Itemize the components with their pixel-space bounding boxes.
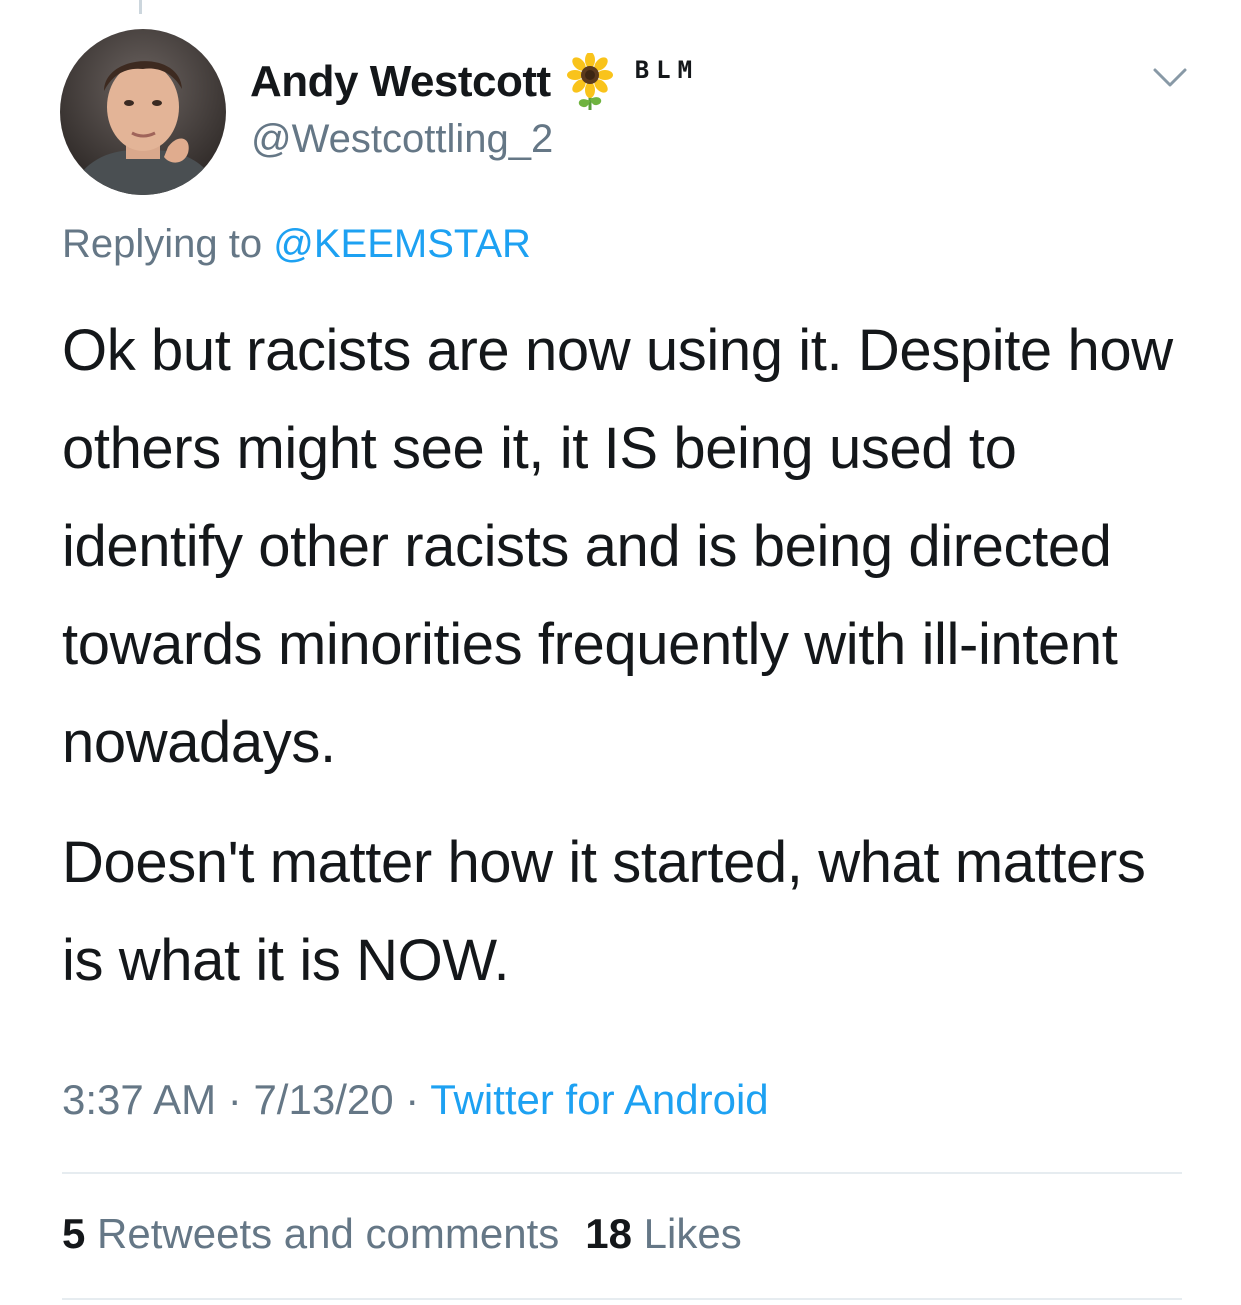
tweet-body: Ok but racists are now using it. Despite… — [62, 302, 1202, 1032]
divider — [62, 1298, 1182, 1300]
avatar[interactable] — [60, 29, 226, 195]
tweet-time[interactable]: 3:37 AM — [62, 1076, 216, 1123]
replying-to-label: Replying to — [62, 222, 263, 266]
tweet-metadata: 3:37 AM · 7/13/20 · Twitter for Android — [62, 1076, 769, 1124]
retweets-label: Retweets and comments — [97, 1210, 560, 1257]
meta-separator: · — [405, 1076, 420, 1123]
chevron-down-icon[interactable] — [1152, 66, 1188, 90]
retweets-count: 5 — [62, 1210, 86, 1257]
replying-to: Replying to @KEEMSTAR — [62, 222, 531, 267]
tweet-paragraph: Ok but racists are now using it. Despite… — [62, 318, 1173, 775]
likes-count: 18 — [585, 1210, 632, 1257]
tweet-date[interactable]: 7/13/20 — [253, 1076, 393, 1123]
author-name-row[interactable]: Andy Westcott BLM — [250, 52, 699, 112]
likes-stat[interactable]: 18 Likes — [585, 1210, 741, 1257]
reply-mention-link[interactable]: @KEEMSTAR — [273, 222, 531, 266]
meta-separator: · — [227, 1076, 242, 1123]
likes-label: Likes — [643, 1210, 742, 1257]
author-display-name[interactable]: Andy Westcott — [250, 57, 551, 107]
tweet-paragraph: Doesn't matter how it started, what matt… — [62, 830, 1146, 993]
tweet-source-link[interactable]: Twitter for Android — [430, 1076, 768, 1123]
retweets-stat[interactable]: 5 Retweets and comments — [62, 1210, 559, 1257]
sunflower-icon — [565, 52, 615, 111]
tweet-stats: 5 Retweets and comments 18 Likes — [62, 1210, 742, 1258]
author-handle[interactable]: @Westcottling_2 — [251, 117, 553, 162]
thread-connector-line — [139, 0, 142, 14]
author-name-suffix: BLM — [634, 56, 700, 84]
divider — [62, 1172, 1182, 1174]
